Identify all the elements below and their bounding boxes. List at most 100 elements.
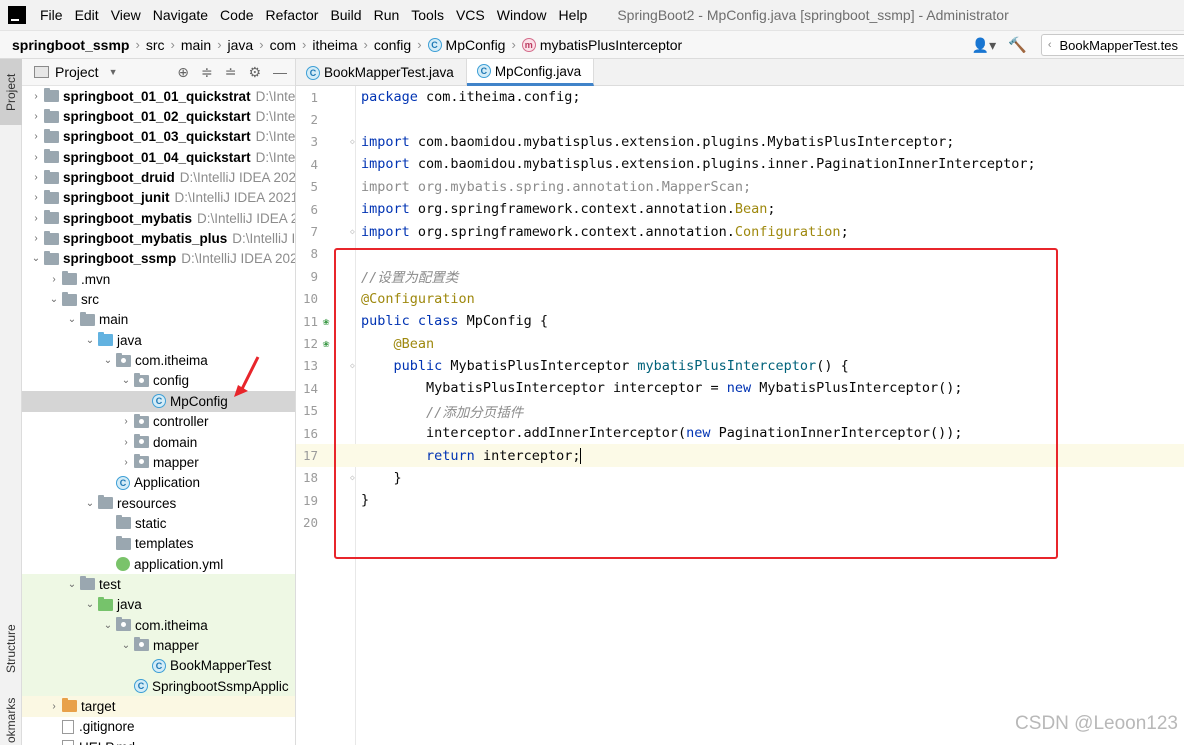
menu-edit[interactable]: Edit xyxy=(69,0,105,31)
chevron-right-icon[interactable]: › xyxy=(28,233,44,244)
tree-item[interactable]: C SpringbootSsmpApplic xyxy=(22,675,295,697)
menu-vcs[interactable]: VCS xyxy=(450,0,491,31)
tree-item[interactable]: ⌄ src xyxy=(22,289,295,309)
tree-item[interactable]: › springboot_druid D:\IntelliJ IDEA 2021 xyxy=(22,167,295,187)
class-icon: C xyxy=(116,475,130,490)
tree-item[interactable]: › target xyxy=(22,696,295,717)
tree-item[interactable]: HELP.md xyxy=(22,737,295,745)
tree-item[interactable]: › springboot_01_01_quickstratD:\IntelliJ xyxy=(22,86,295,106)
tree-item[interactable]: ⌄ resources xyxy=(22,493,295,513)
project-tool-tab[interactable]: Project xyxy=(0,59,22,125)
chevron-right-icon[interactable]: › xyxy=(28,131,44,142)
breadcrumb-config[interactable]: config xyxy=(370,37,415,53)
menu-build[interactable]: Build xyxy=(324,0,367,31)
breadcrumb-main[interactable]: main xyxy=(177,37,215,53)
package-icon xyxy=(116,352,131,367)
tree-item[interactable]: application.yml xyxy=(22,554,295,574)
tree-item[interactable]: ⌄ main xyxy=(22,310,295,330)
breadcrumb-project[interactable]: springboot_ssmp xyxy=(0,37,133,53)
tree-item[interactable]: › springboot_01_04_quickstartD:\Intelli xyxy=(22,147,295,167)
menu-view[interactable]: View xyxy=(105,0,147,31)
tab-mpconfig[interactable]: C MpConfig.java xyxy=(466,59,595,86)
chevron-down-icon[interactable]: ⌄ xyxy=(64,314,80,325)
tree-item[interactable]: static xyxy=(22,513,295,533)
chevron-right-icon[interactable]: › xyxy=(28,213,44,224)
menu-navigate[interactable]: Navigate xyxy=(147,0,214,31)
red-highlight-box xyxy=(334,248,1058,559)
chevron-right-icon[interactable]: › xyxy=(118,437,134,448)
chevron-down-icon[interactable]: ⌄ xyxy=(28,253,44,264)
chevron-right-icon[interactable]: › xyxy=(46,274,62,285)
tree-item[interactable]: C Application xyxy=(22,473,295,493)
chevron-right-icon[interactable]: › xyxy=(28,192,44,203)
chevron-down-icon[interactable]: ⌄ xyxy=(118,375,134,386)
tree-item[interactable]: ⌄ springboot_ssmp D:\IntelliJ IDEA 2021 xyxy=(22,249,295,269)
tree-item-label: springboot_01_02_quickstart xyxy=(63,109,251,125)
menu-tools[interactable]: Tools xyxy=(405,0,450,31)
tree-item[interactable]: › springboot_mybatis D:\IntelliJ IDEA 20 xyxy=(22,208,295,228)
tree-item[interactable]: ⌄ com.itheima xyxy=(22,614,295,636)
breadcrumb-itheima[interactable]: itheima xyxy=(308,37,361,53)
chevron-right-icon[interactable]: › xyxy=(46,701,62,712)
tree-item[interactable]: .gitignore xyxy=(22,717,295,737)
tree-item[interactable]: › springboot_01_02_quickstartD:\IntelliJ xyxy=(22,106,295,126)
code-line: 2 xyxy=(296,108,1184,130)
tree-item[interactable]: › mapper xyxy=(22,452,295,472)
spring-config-icon xyxy=(116,557,130,572)
breadcrumb-mpconfig[interactable]: C MpConfig xyxy=(424,37,510,53)
chevron-down-icon[interactable]: ⌄ xyxy=(100,620,116,631)
chevron-down-icon[interactable]: ⌄ xyxy=(64,579,80,590)
bookmarks-tool-tab[interactable]: okmarks xyxy=(0,695,22,745)
collapse-all-icon[interactable]: ≐ xyxy=(225,64,237,81)
run-configuration-selector[interactable]: ‹ BookMapperTest.tes xyxy=(1040,34,1184,56)
menu-refactor[interactable]: Refactor xyxy=(260,0,325,31)
locate-file-icon[interactable]: ⊕ xyxy=(177,64,189,81)
chevron-down-icon[interactable]: ⌄ xyxy=(118,640,134,651)
chevron-right-icon[interactable]: › xyxy=(28,172,44,183)
chevron-down-icon[interactable]: ⌄ xyxy=(82,599,98,610)
tree-item[interactable]: ⌄ test xyxy=(22,574,295,595)
tree-item[interactable]: › springboot_junit D:\IntelliJ IDEA 2021. xyxy=(22,188,295,208)
tree-item[interactable]: › domain xyxy=(22,432,295,452)
menu-file[interactable]: File xyxy=(34,0,69,31)
gear-icon[interactable]: ⚙ xyxy=(248,64,261,81)
chevron-down-icon[interactable]: ⌄ xyxy=(82,335,98,346)
tree-item[interactable]: › springboot_mybatis_plusD:\IntelliJ ID xyxy=(22,228,295,248)
build-hammer-icon[interactable]: 🔨 xyxy=(1008,36,1027,54)
tree-item[interactable]: templates xyxy=(22,534,295,554)
tree-item[interactable]: C BookMapperTest xyxy=(22,655,295,676)
spring-bean-icon[interactable]: ❀ xyxy=(320,315,332,328)
chevron-right-icon[interactable]: › xyxy=(28,91,44,102)
tree-item[interactable]: ⌄ java xyxy=(22,594,295,615)
expand-all-icon[interactable]: ≑ xyxy=(201,64,213,81)
chevron-down-icon[interactable]: ⌄ xyxy=(100,355,116,366)
tab-bookmappertest[interactable]: C BookMapperTest.java xyxy=(296,59,467,86)
tree-item[interactable]: ⌄ mapper xyxy=(22,635,295,656)
tree-item[interactable]: › springboot_01_03_quickstartD:\Intelli xyxy=(22,127,295,147)
hide-panel-icon[interactable]: — xyxy=(273,64,287,80)
chevron-icon: ‹ xyxy=(1047,39,1052,51)
menu-run[interactable]: Run xyxy=(368,0,406,31)
chevron-down-icon[interactable]: ⌄ xyxy=(82,498,98,509)
project-view-selector[interactable]: Project ▼ xyxy=(22,64,118,80)
tree-item[interactable]: ⌄ java xyxy=(22,330,295,350)
chevron-right-icon[interactable]: › xyxy=(118,457,134,468)
fold-icon[interactable]: ◇ xyxy=(350,137,355,146)
chevron-right-icon[interactable]: › xyxy=(28,152,44,163)
tree-item[interactable]: › .mvn xyxy=(22,269,295,289)
breadcrumb-method[interactable]: m mybatisPlusInterceptor xyxy=(518,37,686,53)
menu-help[interactable]: Help xyxy=(553,0,594,31)
structure-tool-tab[interactable]: Structure xyxy=(0,611,22,687)
chevron-down-icon[interactable]: ⌄ xyxy=(46,294,62,305)
menu-code[interactable]: Code xyxy=(214,0,259,31)
spring-bean-method-icon[interactable]: ❀ xyxy=(320,337,332,350)
breadcrumb-com[interactable]: com xyxy=(266,37,300,53)
chevron-right-icon[interactable]: › xyxy=(118,416,134,427)
menu-window[interactable]: Window xyxy=(491,0,553,31)
breadcrumb-java[interactable]: java xyxy=(224,37,258,53)
fold-icon[interactable]: ◇ xyxy=(350,227,355,236)
tree-item[interactable]: › controller xyxy=(22,412,295,432)
breadcrumb-src[interactable]: src xyxy=(142,37,169,53)
user-dropdown-icon[interactable]: 👤▾ xyxy=(972,37,996,54)
chevron-right-icon[interactable]: › xyxy=(28,111,44,122)
